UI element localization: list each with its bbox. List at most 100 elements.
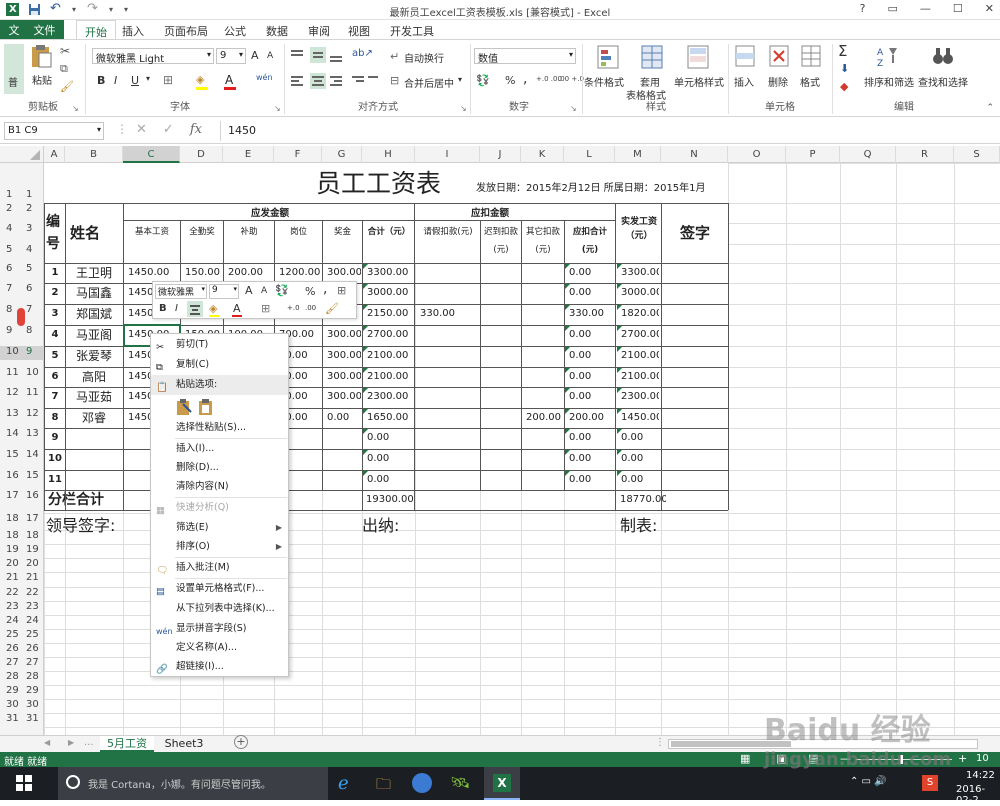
tab-data[interactable]: 数据	[266, 23, 288, 39]
cell-ded[interactable]: 0.00	[569, 263, 611, 283]
sheet-nav-prev-icon[interactable]: ◀	[44, 738, 50, 747]
mini-percent-button[interactable]: %	[305, 285, 315, 298]
row-header[interactable]: 17 16	[0, 490, 44, 504]
cell-net[interactable]: 2700.00	[621, 325, 659, 345]
font-launcher-icon[interactable]: ↘	[274, 104, 281, 113]
cell-ded[interactable]: 200.00	[569, 408, 611, 428]
sub-header[interactable]: 基本工资	[124, 223, 180, 261]
cell-base[interactable]: 1450.00	[128, 263, 178, 283]
edge-icon[interactable]: ℯ	[338, 773, 349, 794]
row-number-cell[interactable]: 3	[46, 304, 64, 324]
menu-item-sort[interactable]: 排序(O) ▶	[151, 537, 288, 557]
employee-name[interactable]	[66, 470, 122, 490]
cell-ded[interactable]: 0.00	[569, 387, 611, 407]
sheet-tab-active[interactable]: 5月工资	[100, 736, 154, 752]
cortana-search-box[interactable]: 我是 Cortana，小娜。有问题尽管问我。	[58, 767, 328, 800]
row-header[interactable]: 26 26	[0, 643, 44, 657]
row-number-cell[interactable]: 6	[46, 367, 64, 387]
cell-net[interactable]: 3300.00	[621, 263, 659, 283]
file-tab[interactable]: 文 文件	[0, 20, 64, 39]
cell-total[interactable]: 3300.00	[367, 263, 413, 283]
borders-icon[interactable]: ⊞	[163, 73, 173, 87]
menu-item-delete[interactable]: 删除(D)...	[151, 458, 288, 478]
number-launcher-icon[interactable]: ↘	[570, 104, 577, 113]
employee-name[interactable]: 王卫明	[66, 263, 122, 283]
subtotal-label[interactable]: 分栏合计	[48, 490, 120, 510]
cell-bonus[interactable]: 300.00	[327, 346, 361, 366]
row-header[interactable]: 18 18	[0, 530, 44, 544]
maximize-button[interactable]: ☐	[953, 2, 963, 15]
add-sheet-button[interactable]: +	[234, 735, 248, 749]
mini-increase-decimal-button[interactable]: +.0	[287, 304, 300, 312]
menu-item-define-name[interactable]: 定义名称(A)...	[151, 638, 288, 658]
fill-down-icon[interactable]: ⬇	[840, 62, 849, 75]
phonetic-icon[interactable]: wén	[256, 73, 273, 82]
tray-icons[interactable]: ⌃ ▭ 🔊	[850, 776, 887, 787]
page-break-view-icon[interactable]: ▤	[808, 752, 818, 765]
cell-net[interactable]: 2100.00	[621, 367, 659, 387]
sub-header[interactable]: 迟到扣款(元)	[481, 223, 521, 261]
issue-date[interactable]: 发放日期：2015年2月12日 所属日期：2015年1月	[476, 177, 726, 201]
sheet-title[interactable]: 员工工资表	[316, 165, 476, 203]
menu-item-phonetic[interactable]: wén 显示拼音字段(S)	[151, 619, 288, 639]
cell-allow[interactable]: 200.00	[228, 263, 272, 283]
sub-header[interactable]: 其它扣款(元)	[522, 223, 564, 261]
row-header[interactable]: 30 30	[0, 699, 44, 713]
mini-fill-color-icon[interactable]: ◈	[209, 302, 217, 315]
column-header-n[interactable]: N	[661, 146, 728, 163]
sheet-nav-more[interactable]: ...	[84, 737, 94, 748]
mini-italic-button[interactable]: I	[175, 303, 178, 314]
sub-header[interactable]: 补助	[224, 223, 274, 261]
horizontal-scrollbar[interactable]	[668, 739, 978, 749]
cell-total[interactable]: 0.00	[367, 470, 413, 490]
cut-icon[interactable]: ✂	[60, 44, 70, 58]
row-header[interactable]: 13 12	[0, 408, 44, 422]
cell-bonus[interactable]: 300.00	[327, 387, 361, 407]
format-painter-icon[interactable]: 🖌	[60, 80, 74, 93]
sort-filter-button[interactable]: AZ 排序和筛选	[864, 44, 914, 100]
column-header-o[interactable]: O	[728, 146, 786, 163]
clear-icon[interactable]: ◆	[840, 80, 848, 93]
font-color-icon[interactable]: A	[225, 73, 233, 87]
merge-center-icon[interactable]: ⊟	[390, 74, 399, 87]
tab-formulas[interactable]: 公式	[224, 23, 246, 39]
column-header-f[interactable]: F	[274, 146, 322, 163]
employee-name[interactable]: 张爱琴	[66, 346, 122, 366]
subtotal-total[interactable]: 19300.00	[366, 490, 416, 510]
cell-bonus[interactable]: 300.00	[327, 367, 361, 387]
sub-header[interactable]: 合计（元）	[363, 223, 415, 261]
wrap-text-button[interactable]: 自动换行	[404, 50, 444, 65]
minimize-button[interactable]: —	[920, 2, 931, 15]
mini-bold-button[interactable]: B	[159, 303, 167, 314]
cell-net[interactable]: 3000.00	[621, 283, 659, 303]
insert-cells-button[interactable]: 插入	[734, 44, 762, 100]
zoom-out-icon[interactable]: —	[840, 752, 851, 765]
conditional-format-button[interactable]: 条件格式	[584, 44, 628, 100]
underline-button[interactable]: U	[131, 74, 139, 87]
percent-style-button[interactable]: %	[505, 74, 515, 87]
page-layout-view-icon[interactable]: ▣	[776, 752, 786, 765]
shrink-font-button[interactable]: A	[267, 51, 273, 61]
name-box[interactable]: B1 C9 ▾	[4, 122, 104, 140]
chevron-down-icon[interactable]: ▾	[458, 75, 462, 84]
row-header[interactable]: 98	[0, 325, 44, 339]
row-header[interactable]: 23 23	[0, 601, 44, 615]
cell-other[interactable]: 200.00	[526, 408, 562, 428]
decrease-decimal-button[interactable]: .00 +.0	[558, 75, 584, 83]
header-net-pay[interactable]: 实发工资（元）	[616, 215, 662, 247]
cell-net[interactable]: 1450.00	[621, 408, 659, 428]
cell-ded[interactable]: 0.00	[569, 428, 611, 448]
cell-total[interactable]: 2150.00	[367, 304, 413, 324]
row-header[interactable]: 54	[0, 244, 44, 258]
cell-bonus[interactable]: 300.00	[327, 325, 361, 345]
column-header-d[interactable]: D	[180, 146, 223, 163]
file-explorer-icon[interactable]: 🗀	[376, 774, 391, 799]
cell-leave[interactable]: 330.00	[420, 304, 478, 324]
mini-grow-font-button[interactable]: A	[245, 284, 253, 297]
browser-icon[interactable]	[412, 773, 432, 793]
sub-header[interactable]: 应扣合计(元)	[565, 223, 615, 261]
delete-cells-button[interactable]: 删除	[768, 44, 796, 100]
tab-insert[interactable]: 插入	[122, 23, 144, 39]
mini-accounting-icon[interactable]: 💱	[275, 284, 289, 297]
alignment-launcher-icon[interactable]: ↘	[460, 104, 467, 113]
